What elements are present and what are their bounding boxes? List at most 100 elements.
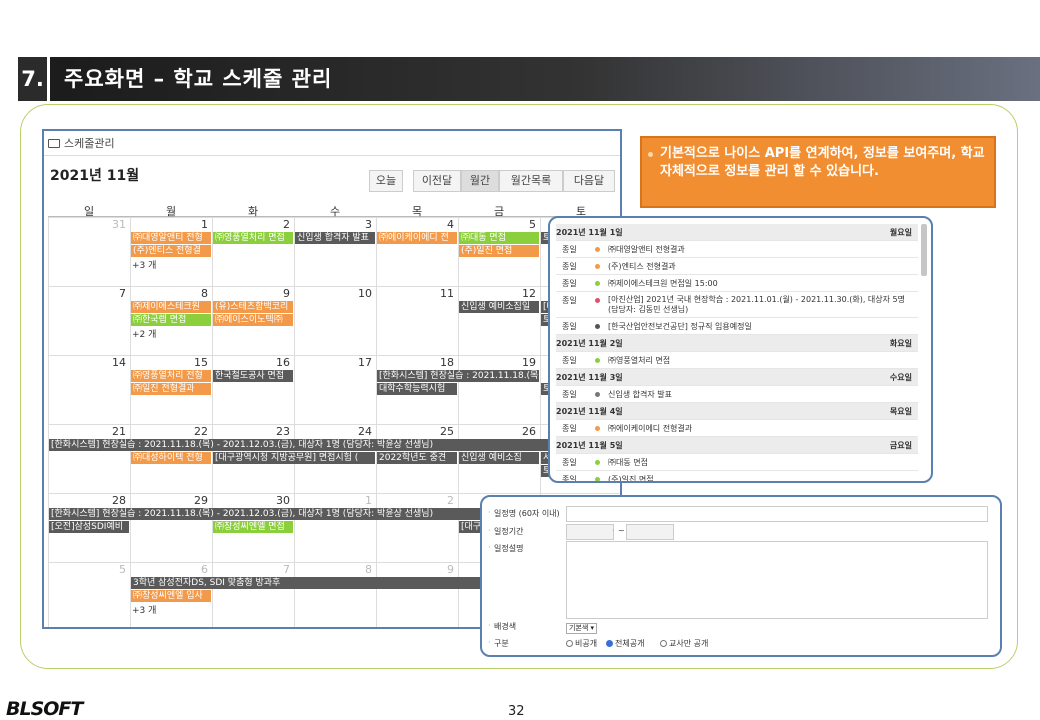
day-number[interactable]: 19 [506, 356, 536, 369]
day-number[interactable]: 30 [260, 494, 290, 507]
list-date-header[interactable]: 2021년 11월 3일 수요일 [556, 369, 918, 386]
calendar-event[interactable]: 신입생 예비소집 [459, 452, 539, 464]
list-item[interactable]: 종일 ㈜제이에스테크원 면접일 15:00 [556, 275, 918, 292]
calendar-event[interactable]: (주)엔티스 전형결 [131, 245, 211, 257]
day-number[interactable]: 5 [506, 218, 536, 231]
day-number[interactable]: 22 [178, 425, 208, 438]
calendar-event[interactable]: 한국철도공사 면접 [213, 370, 293, 382]
day-number[interactable]: 7 [260, 563, 290, 576]
scope-radio[interactable]: 전체공개 [606, 638, 644, 649]
day-number[interactable]: 7 [96, 287, 126, 300]
month-list-button[interactable]: 월간목록 [499, 170, 563, 192]
list-item[interactable]: 종일 [아진산업] 2021년 국내 현장학습 : 2021.11.01.(월) … [556, 292, 918, 318]
list-item[interactable]: 종일 ㈜대영알앤티 전형결과 [556, 241, 918, 258]
calendar-event[interactable]: ㈜에이스이노텍㈜ [213, 314, 293, 326]
day-number[interactable]: 24 [342, 425, 372, 438]
day-number[interactable]: 1 [178, 218, 208, 231]
list-item[interactable]: 종일 [한국산업안전보건공단] 정규직 임용예정일 [556, 318, 918, 335]
calendar-event[interactable]: ㈜대성하이텍 전형 [131, 452, 211, 464]
day-number[interactable]: 15 [178, 356, 208, 369]
prev-month-button[interactable]: 이전달 [413, 170, 461, 192]
calendar-event[interactable]: (유)스테츠함백코리 [213, 301, 293, 313]
page-number: 32 [508, 704, 525, 719]
grid-line [48, 217, 49, 627]
calendar-event[interactable]: ㈜영풍열처리 면접 [213, 232, 293, 244]
today-button[interactable]: 오늘 [369, 170, 403, 192]
day-number[interactable]: 10 [342, 287, 372, 300]
list-item[interactable]: 종일 (주)일진 면접 [556, 471, 918, 481]
calendar-event[interactable]: 2022학년도 중견 [377, 452, 457, 464]
calendar-event[interactable]: [대구광역시청 지방공무원] 면접시험 ( [213, 452, 375, 464]
day-number[interactable]: 12 [506, 287, 536, 300]
calendar-event[interactable]: ㈜한국렙 면접 [131, 314, 211, 326]
calendar-event[interactable]: ㈜에이케이에디 전 [377, 232, 457, 244]
day-number[interactable]: 9 [260, 287, 290, 300]
calendar-event[interactable]: (주)일진 면접 [459, 245, 539, 257]
calendar-event[interactable]: 대학수학능력시험 [377, 383, 457, 395]
list-item[interactable]: 종일 (주)엔티스 전형결과 [556, 258, 918, 275]
day-number[interactable]: 26 [506, 425, 536, 438]
current-month: 2021년 11월 [50, 168, 140, 184]
list-date-header[interactable]: 2021년 11월 5일 금요일 [556, 437, 918, 454]
desc-textarea[interactable] [566, 541, 988, 619]
day-number[interactable]: 14 [96, 356, 126, 369]
day-number[interactable]: 11 [424, 287, 454, 300]
calendar-event[interactable]: [오전]삼성SDI예비 [49, 521, 129, 533]
list-date-header[interactable]: 2021년 11월 4일 목요일 [556, 403, 918, 420]
day-number[interactable]: 5 [96, 563, 126, 576]
day-number[interactable]: 2 [424, 494, 454, 507]
day-number[interactable]: 21 [96, 425, 126, 438]
calendar-event[interactable]: ㈜대동 면접 [459, 232, 539, 244]
list-date-header[interactable]: 2021년 11월 1일 월요일 [556, 224, 918, 241]
day-number[interactable]: 2 [260, 218, 290, 231]
more-events-link[interactable]: +3 개 [132, 603, 156, 616]
name-input[interactable] [566, 506, 988, 522]
list-item[interactable]: 종일 ㈜에이케이에디 전형결과 [556, 420, 918, 437]
monthly-view-button[interactable]: 월간 [461, 170, 499, 192]
calendar-event[interactable]: ㈜제이에스테크원 [131, 301, 211, 313]
more-events-link[interactable]: +3 개 [132, 258, 156, 271]
day-number[interactable]: 16 [260, 356, 290, 369]
day-number[interactable]: 17 [342, 356, 372, 369]
calendar-event[interactable]: ㈜영풍열처리 전형 [131, 370, 211, 382]
day-number[interactable]: 1 [342, 494, 372, 507]
calendar-event[interactable]: ㈜일진 전형결과 [131, 383, 211, 395]
day-number[interactable]: 8 [342, 563, 372, 576]
day-number[interactable]: 4 [424, 218, 454, 231]
day-number[interactable]: 29 [178, 494, 208, 507]
color-select[interactable]: 기본색 ▾ [566, 623, 598, 634]
weekday-header: 화 [212, 203, 294, 218]
calendar-event[interactable]: [한화시스템] 현장실습 : 2021.11.18.(목) - [377, 370, 539, 382]
next-month-button[interactable]: 다음달 [563, 170, 615, 192]
color-label: 배경색 [488, 621, 516, 632]
list-item[interactable]: 종일 ㈜영풍열처리 면접 [556, 352, 918, 369]
scrollbar[interactable] [921, 224, 927, 276]
list-item[interactable]: 종일 ㈜대동 면접 [556, 454, 918, 471]
day-number[interactable]: 25 [424, 425, 454, 438]
calendar-event[interactable]: 3학년 삼성전자DS, SDI 맞춤형 방과후 [131, 577, 539, 589]
calendar-event[interactable]: [한화시스템] 현장실습 : 2021.11.18.(목) - 2021.12.… [49, 439, 620, 451]
day-number[interactable]: 18 [424, 356, 454, 369]
list-item[interactable]: 종일 신입생 합격자 발표 [556, 386, 918, 403]
more-events-link[interactable]: +2 개 [132, 327, 156, 340]
day-number[interactable]: 6 [178, 563, 208, 576]
end-date-input[interactable] [626, 524, 674, 540]
start-date-input[interactable] [566, 524, 614, 540]
calendar-event[interactable]: ㈜창성씨엔엘 면접 [213, 521, 293, 533]
day-number[interactable]: 8 [178, 287, 208, 300]
calendar-event[interactable]: ㈜대영알앤티 전형 [131, 232, 211, 244]
day-number[interactable]: 3 [342, 218, 372, 231]
schedule-form-panel: 일정명 (60자 이내) 일정기간 ~ 일정설명 배경색 기본색 ▾ 구분 비공… [480, 495, 1002, 657]
day-number[interactable]: 28 [96, 494, 126, 507]
calendar-event[interactable]: ㈜창성씨엔엘 입사 [131, 590, 211, 602]
list-date-header[interactable]: 2021년 11월 2일 화요일 [556, 335, 918, 352]
scope-radio[interactable]: 교사만 공개 [660, 638, 708, 649]
period-separator: ~ [612, 526, 624, 535]
calendar-event[interactable]: 신입생 예비소집일 [459, 301, 539, 313]
calendar-event[interactable]: 신입생 합격자 발표 [295, 232, 375, 244]
day-number[interactable]: 31 [96, 218, 126, 231]
day-number[interactable]: 23 [260, 425, 290, 438]
category-dot-icon [595, 264, 600, 269]
scope-radio[interactable]: 비공개 [566, 638, 597, 649]
day-number[interactable]: 9 [424, 563, 454, 576]
